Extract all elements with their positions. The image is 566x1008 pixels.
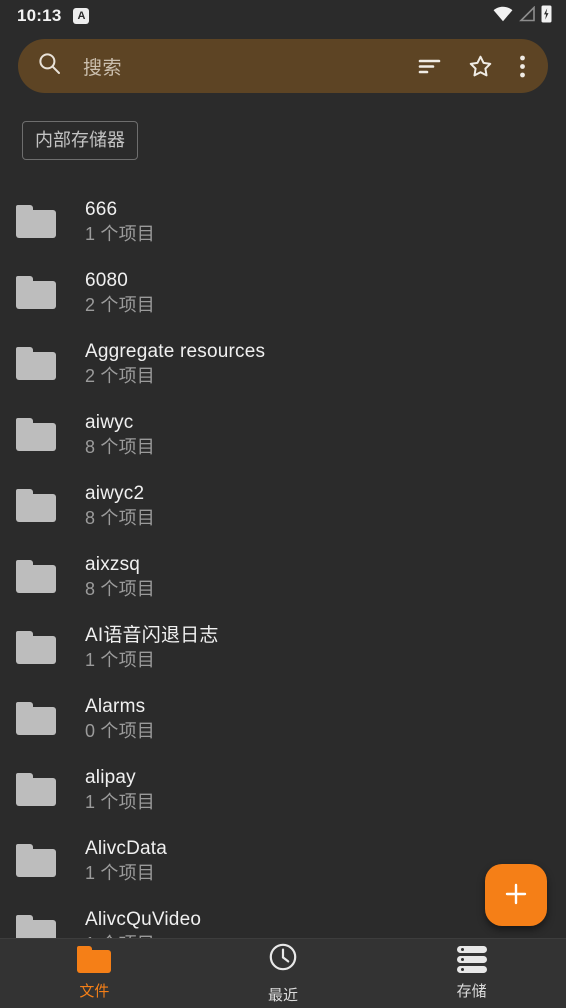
file-list-item-name: 6080 [85, 269, 129, 291]
search-bar[interactable]: 搜索 [18, 39, 548, 93]
file-list-item-text: aixzsq 8 个项目 [85, 552, 155, 602]
file-list-item-text: aiwyc 8 个项目 [85, 410, 155, 460]
bottom-navigation: 文件 最近 存储 [0, 938, 566, 1008]
status-bar: 10:13 A [0, 0, 566, 32]
file-list-item-name: AlivcData [85, 837, 168, 859]
file-list-item[interactable]: AlivcData 1 个项目 [0, 825, 566, 896]
folder-icon [16, 347, 56, 380]
folder-icon [16, 702, 56, 735]
wifi-icon [493, 6, 513, 27]
folder-icon [16, 631, 56, 664]
file-list-item[interactable]: aixzsq 8 个项目 [0, 541, 566, 612]
search-icon [38, 52, 61, 80]
file-list-item[interactable]: AlivcQuVideo1 个项目 [0, 896, 566, 938]
file-list-item-text: Aggregate resources 2 个项目 [85, 339, 265, 389]
file-list-item-text: aiwyc2 8 个项目 [85, 481, 155, 531]
file-list-item-text: AlivcData 1 个项目 [85, 836, 167, 886]
file-list-item-text: AI语音闪退日志 1 个项目 [85, 623, 219, 673]
file-list-item-text: 666 1 个项目 [85, 197, 155, 247]
file-list-item[interactable]: aiwyc2 8 个项目 [0, 470, 566, 541]
nav-item-storage[interactable]: 存储 [377, 939, 566, 1008]
breadcrumb: 内部存储器 [22, 121, 138, 160]
folder-icon [77, 946, 112, 973]
file-list-item-subtitle: 8 个项目 [85, 578, 156, 599]
plus-icon [503, 881, 529, 910]
file-list-item-subtitle: 1 个项目 [85, 862, 156, 883]
file-list-item-name: 666 [85, 198, 118, 220]
clock-icon [268, 942, 298, 977]
search-bar-actions [418, 54, 530, 79]
file-list-item-subtitle: 2 个项目 [85, 365, 156, 386]
storage-icon [456, 946, 487, 973]
app-badge-icon: A [73, 8, 90, 24]
nav-item-recent[interactable]: 最近 [189, 939, 378, 1008]
search-placeholder: 搜索 [83, 57, 123, 79]
breadcrumb-item-internal-storage[interactable]: 内部存储器 [22, 121, 138, 160]
file-list-item[interactable]: alipay 1 个项目 [0, 754, 566, 825]
folder-icon [16, 205, 56, 238]
file-list-item-subtitle: 2 个项目 [85, 294, 156, 315]
file-list-item[interactable]: aiwyc 8 个项目 [0, 399, 566, 470]
folder-icon [16, 489, 56, 522]
file-list-item[interactable]: AI语音闪退日志 1 个项目 [0, 612, 566, 683]
file-list[interactable]: 666 1 个项目 6080 2 个项目 Aggregate resources 2 个项… [0, 186, 566, 938]
folder-icon [16, 560, 56, 593]
nav-item-files[interactable]: 文件 [0, 939, 189, 1008]
sort-icon[interactable] [418, 56, 442, 76]
file-list-item[interactable]: Aggregate resources 2 个项目 [0, 328, 566, 399]
file-list-item-name: alipay [85, 766, 136, 788]
file-list-item-text: Alarms 0 个项目 [85, 694, 155, 744]
file-list-item-name: AI语音闪退日志 [85, 624, 219, 646]
status-bar-right [493, 5, 552, 28]
folder-icon [16, 844, 56, 877]
file-list-item[interactable]: 6080 2 个项目 [0, 257, 566, 328]
more-vertical-icon[interactable] [519, 54, 526, 79]
file-list-item-subtitle: 0 个项目 [85, 720, 156, 741]
file-list-item-name: aixzsq [85, 553, 141, 575]
search-input[interactable]: 搜索 [38, 52, 418, 80]
nav-label-files: 文件 [79, 983, 110, 1000]
status-bar-clock: 10:13 [17, 6, 62, 25]
file-list-item-name: aiwyc [85, 411, 134, 433]
folder-icon [16, 276, 56, 309]
file-list-item-name: AlivcQuVideo [85, 908, 202, 930]
nav-label-storage: 存储 [456, 983, 487, 1000]
folder-icon [16, 915, 56, 938]
file-list-item-subtitle: 1 个项目 [85, 649, 156, 670]
file-list-item-subtitle: 8 个项目 [85, 436, 156, 457]
status-bar-left: 10:13 A [17, 6, 90, 26]
star-icon[interactable] [468, 54, 493, 79]
file-list-item-subtitle: 8 个项目 [85, 507, 156, 528]
nav-label-recent: 最近 [268, 987, 299, 1004]
folder-icon [16, 773, 56, 806]
file-list-item-text: AlivcQuVideo1 个项目 [85, 907, 201, 939]
file-list-item-subtitle: 1 个项目 [85, 791, 156, 812]
folder-icon [16, 418, 56, 451]
file-list-item[interactable]: 666 1 个项目 [0, 186, 566, 257]
add-button[interactable] [485, 864, 547, 926]
cellular-signal-icon [518, 5, 536, 27]
file-list-item-subtitle: 1 个项目 [85, 223, 156, 244]
file-list-item[interactable]: Alarms 0 个项目 [0, 683, 566, 754]
file-list-item-name: aiwyc2 [85, 482, 145, 504]
battery-charging-icon [541, 5, 552, 28]
file-manager-screen: 10:13 A 搜索 内部存储器 666 1 个项目 6080 2 个项目 Ag… [0, 0, 566, 1008]
file-list-item-name: Aggregate resources [85, 340, 266, 362]
file-list-item-text: alipay 1 个项目 [85, 765, 155, 815]
file-list-item-text: 6080 2 个项目 [85, 268, 155, 318]
file-list-item-name: Alarms [85, 695, 146, 717]
